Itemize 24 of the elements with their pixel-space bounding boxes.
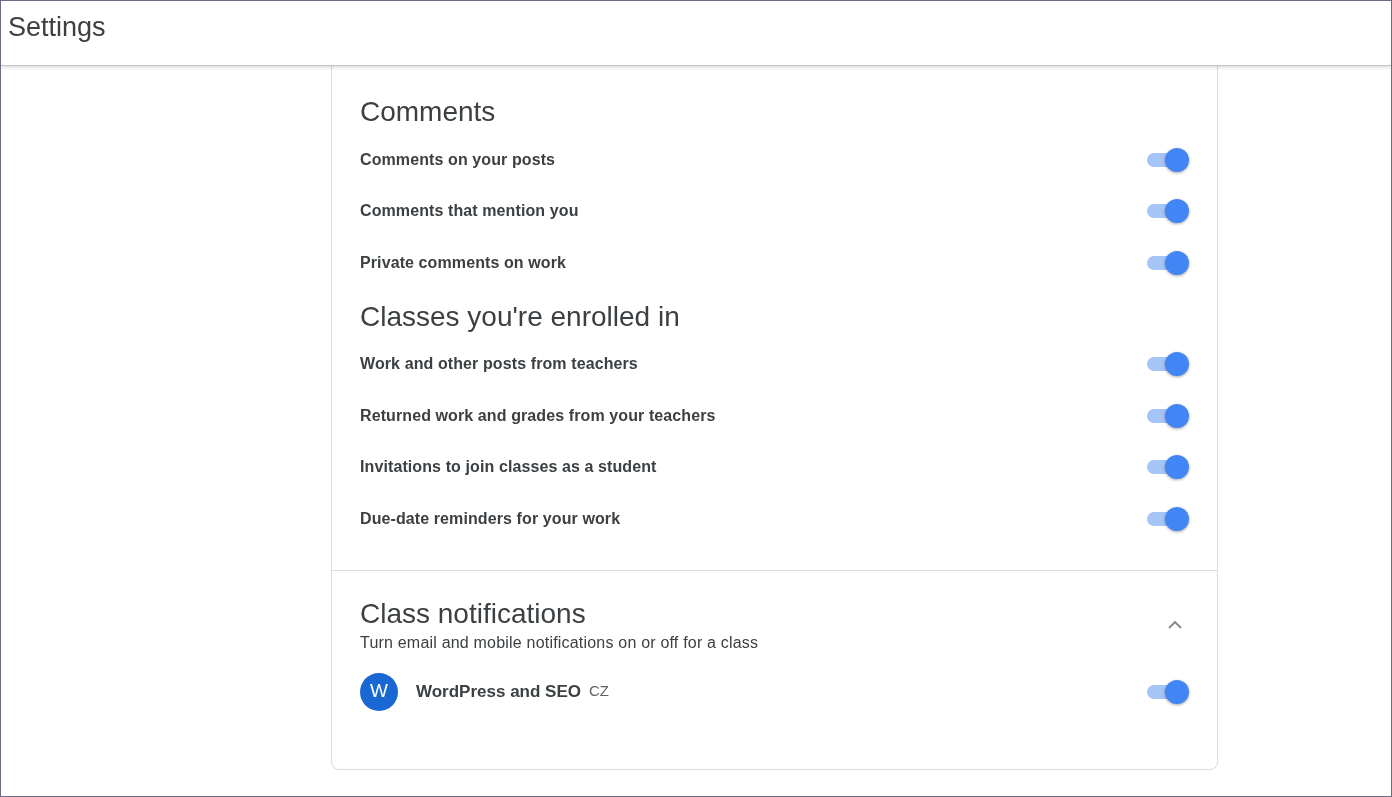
setting-label: Work and other posts from teachers xyxy=(360,354,638,375)
toggle-switch[interactable] xyxy=(1145,352,1189,377)
section-heading: Class notifications xyxy=(360,596,586,631)
setting-label: Due-date reminders for your work xyxy=(360,508,621,529)
setting-label: Comments on your posts xyxy=(360,149,556,170)
toggle-switch[interactable] xyxy=(1145,250,1189,275)
page-title: Settings xyxy=(8,11,106,44)
chevron-up-icon[interactable] xyxy=(1167,619,1183,630)
class-section: CZ xyxy=(589,680,609,703)
setting-label: Returned work and grades from your teachers xyxy=(360,405,716,426)
setting-label: Comments that mention you xyxy=(360,201,579,222)
section-heading: Classes you're enrolled in xyxy=(360,299,680,334)
section-description: Turn email and mobile notifications on or off for a class xyxy=(360,632,759,653)
toggle-switch[interactable] xyxy=(1145,506,1189,531)
toggle-switch[interactable] xyxy=(1145,679,1189,704)
section-heading: Comments xyxy=(360,95,496,129)
toggle-switch[interactable] xyxy=(1145,199,1189,224)
setting-label: Private comments on work xyxy=(360,252,567,273)
setting-label: Invitations to join classes as a student xyxy=(360,457,657,478)
toggle-switch[interactable] xyxy=(1145,147,1189,172)
class-name: WordPress and SEO xyxy=(416,680,581,703)
toggle-switch[interactable] xyxy=(1145,455,1189,480)
toggle-switch[interactable] xyxy=(1145,403,1189,428)
class-avatar: W xyxy=(360,672,398,711)
